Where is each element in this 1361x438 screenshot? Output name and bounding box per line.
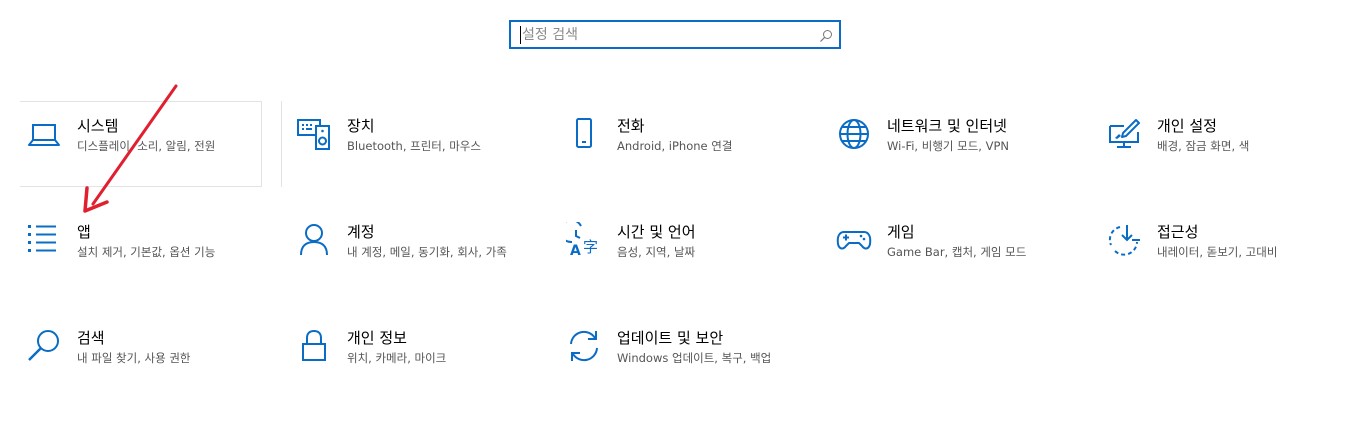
tile-title: 개인 설정 — [1157, 117, 1217, 135]
tile-personalization[interactable]: 개인 설정 배경, 잠금 화면, 색 — [1100, 116, 1361, 186]
tile-apps[interactable]: 앱 설치 제거, 기본값, 옵션 기능 — [20, 222, 302, 292]
tile-title: 전화 — [617, 117, 645, 135]
search-icon — [26, 328, 62, 364]
tile-accessibility[interactable]: 접근성 내레이터, 돋보기, 고대비 — [1100, 222, 1361, 292]
tile-title: 접근성 — [1157, 223, 1199, 241]
tile-devices[interactable]: 장치 Bluetooth, 프린터, 마우스 — [290, 116, 572, 186]
settings-search-box[interactable] — [509, 20, 841, 49]
tile-time-language[interactable]: A字 시간 및 언어 음성, 지역, 날짜 — [560, 222, 842, 292]
gamepad-icon — [836, 222, 872, 258]
tile-description: Game Bar, 캡처, 게임 모드 — [887, 245, 1027, 259]
update-icon — [566, 328, 602, 364]
globe-icon — [836, 116, 872, 152]
tile-description: 내레이터, 돋보기, 고대비 — [1157, 245, 1278, 259]
tile-network[interactable]: 네트워크 및 인터넷 Wi-Fi, 비행기 모드, VPN — [830, 116, 1112, 186]
tile-description: Wi-Fi, 비행기 모드, VPN — [887, 139, 1010, 153]
personalization-icon — [1106, 116, 1142, 152]
tile-update-security[interactable]: 업데이트 및 보안 Windows 업데이트, 복구, 백업 — [560, 328, 842, 388]
phone-icon — [566, 116, 602, 152]
tile-description: Bluetooth, 프린터, 마우스 — [347, 139, 481, 153]
tile-title: 앱 — [77, 223, 91, 241]
tile-description: 설치 제거, 기본값, 옵션 기능 — [77, 245, 216, 259]
tile-title: 업데이트 및 보안 — [617, 329, 724, 347]
tile-description: 내 파일 찾기, 사용 권한 — [77, 351, 191, 365]
tile-accounts[interactable]: 계정 내 계정, 메일, 동기화, 회사, 가족 — [290, 222, 572, 292]
person-icon — [296, 222, 332, 258]
tile-title: 검색 — [77, 329, 105, 347]
apps-list-icon — [26, 222, 62, 258]
time-language-icon: A字 — [566, 222, 602, 258]
tile-search[interactable]: 검색 내 파일 찾기, 사용 권한 — [20, 328, 302, 388]
tile-system[interactable]: 시스템 디스플레이, 소리, 알림, 전원 — [20, 116, 302, 186]
tile-gaming[interactable]: 게임 Game Bar, 캡처, 게임 모드 — [830, 222, 1112, 292]
tile-title: 시간 및 언어 — [617, 223, 696, 241]
tile-phone[interactable]: 전화 Android, iPhone 연결 — [560, 116, 842, 186]
accessibility-icon — [1106, 222, 1142, 258]
tile-title: 개인 정보 — [347, 329, 407, 347]
tile-title: 계정 — [347, 223, 375, 241]
tile-description: 배경, 잠금 화면, 색 — [1157, 139, 1250, 153]
tile-description: 음성, 지역, 날짜 — [617, 245, 696, 259]
search-icon[interactable] — [819, 28, 833, 42]
svg-text:字: 字 — [583, 238, 598, 256]
laptop-icon — [26, 118, 62, 154]
tile-description: 디스플레이, 소리, 알림, 전원 — [77, 139, 216, 153]
svg-text:A: A — [570, 243, 581, 258]
tile-description: 위치, 카메라, 마이크 — [347, 351, 447, 365]
search-input[interactable] — [522, 24, 812, 46]
tile-title: 시스템 — [77, 117, 119, 135]
devices-icon — [296, 116, 332, 152]
tile-title: 네트워크 및 인터넷 — [887, 117, 1007, 135]
lock-icon — [296, 328, 332, 364]
tile-title: 장치 — [347, 117, 375, 135]
tile-description: 내 계정, 메일, 동기화, 회사, 가족 — [347, 245, 507, 259]
tile-privacy[interactable]: 개인 정보 위치, 카메라, 마이크 — [290, 328, 572, 388]
tile-description: Windows 업데이트, 복구, 백업 — [617, 351, 772, 365]
text-caret — [520, 26, 521, 44]
tile-title: 게임 — [887, 223, 915, 241]
tile-description: Android, iPhone 연결 — [617, 139, 733, 153]
